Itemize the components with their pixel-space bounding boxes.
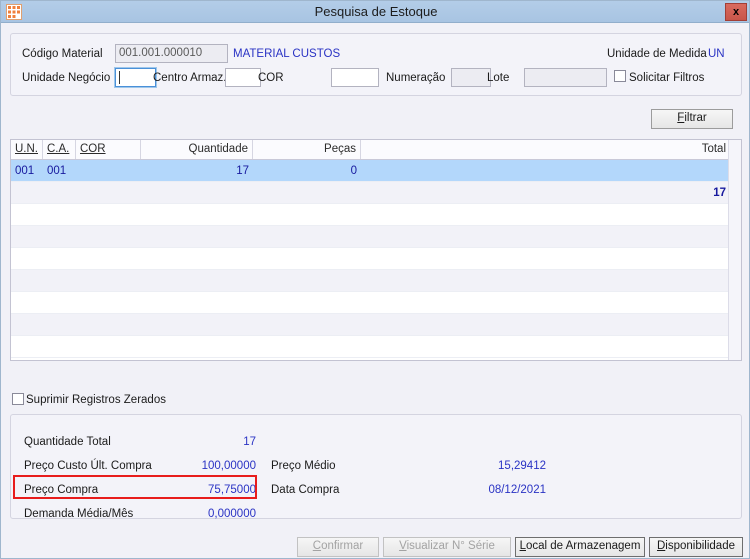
table-row[interactable]	[11, 314, 741, 336]
grid-col-pecas[interactable]: Peças	[253, 140, 361, 159]
cell-quantidade: 17	[236, 165, 249, 177]
summary-panel: Quantidade Total 17 Preço Custo Últ. Com…	[10, 414, 742, 520]
solicitar-filtros-checkbox[interactable]	[614, 70, 626, 82]
filter-panel: Código Material 001.001.000010 MATERIAL …	[10, 33, 742, 96]
grid-col-cor[interactable]: COR	[76, 140, 141, 159]
cell-pecas	[253, 182, 361, 204]
quantidade-total-label: Quantidade Total	[24, 436, 111, 448]
data-compra-value: 08/12/2021	[488, 484, 546, 496]
stock-query-window: Pesquisa de Estoque x Código Material 00…	[0, 0, 750, 559]
preco-custo-ult-compra-value: 100,00000	[201, 460, 256, 472]
cell-total: 17	[713, 187, 726, 199]
grid-col-ca[interactable]: C.A.	[43, 140, 76, 159]
preco-compra-value: 75,75000	[208, 484, 256, 496]
visualizar-n-serie-label: Visualizar N° Série	[399, 540, 495, 553]
grid-col-un[interactable]: U.N.	[11, 140, 43, 159]
numeracao-input[interactable]	[451, 68, 491, 87]
cell-cor	[76, 182, 141, 204]
table-row[interactable]: 001 001 17 0	[11, 160, 741, 182]
suprimir-registros-label: Suprimir Registros Zerados	[26, 394, 166, 406]
local-de-armazenagem-button[interactable]: Local de Armazenagem	[515, 537, 645, 557]
preco-medio-value: 15,29412	[498, 460, 546, 472]
solicitar-filtros-label: Solicitar Filtros	[629, 72, 705, 84]
close-icon[interactable]: x	[725, 3, 747, 21]
centro-armaz-label: Centro Armaz.	[153, 72, 227, 84]
local-de-armazenagem-label: Local de Armazenagem	[519, 540, 641, 553]
unidade-medida-value: UN	[708, 48, 725, 60]
disponibilidade-button[interactable]: Disponibilidade	[649, 537, 743, 557]
preco-compra-label: Preço Compra	[24, 484, 99, 496]
unidade-negocio-label: Unidade Negócio	[22, 72, 111, 84]
table-row[interactable]	[11, 336, 741, 358]
numeracao-label: Numeração	[386, 72, 446, 84]
demanda-media-mes-value: 0,000000	[208, 508, 256, 520]
stock-results-grid[interactable]: U.N. C.A. COR Quantidade Peças Total 001…	[10, 139, 742, 361]
text-caret	[119, 71, 120, 84]
confirmar-label: Confirmar	[312, 540, 364, 553]
codigo-material-field[interactable]: 001.001.000010	[115, 44, 228, 63]
unidade-negocio-input[interactable]	[114, 67, 157, 88]
cell-un: 001	[15, 165, 35, 177]
table-row[interactable]	[11, 248, 741, 270]
cell-ca: 001	[47, 165, 67, 177]
grid-col-total[interactable]: Total	[361, 140, 730, 159]
cell-pecas: 0	[350, 165, 357, 177]
filtrar-button[interactable]: Filtrar	[651, 109, 733, 129]
disponibilidade-label: Disponibilidade	[656, 540, 735, 553]
cell-ca	[43, 182, 76, 204]
table-row[interactable]	[11, 292, 741, 314]
table-row[interactable]: 17	[11, 182, 741, 204]
cell-un	[11, 182, 43, 204]
centro-armaz-input[interactable]	[225, 68, 261, 87]
table-row[interactable]	[11, 270, 741, 292]
window-title: Pesquisa de Estoque	[314, 4, 438, 19]
suprimir-registros-checkbox[interactable]	[12, 393, 24, 405]
table-row[interactable]	[11, 226, 741, 248]
title-bar: Pesquisa de Estoque x	[1, 1, 749, 23]
preco-custo-ult-compra-label: Preço Custo Últ. Compra	[24, 460, 152, 472]
demanda-media-mes-label: Demanda Média/Mês	[24, 508, 134, 520]
grid-vertical-scrollbar[interactable]	[728, 140, 741, 360]
unidade-medida-label: Unidade de Medida	[607, 48, 707, 60]
preco-medio-label: Preço Médio	[271, 460, 336, 472]
quantidade-total-value: 17	[243, 436, 256, 448]
cor-label: COR	[258, 72, 284, 84]
codigo-material-label: Código Material	[22, 48, 103, 60]
material-description: MATERIAL CUSTOS	[233, 48, 341, 60]
cell-total	[361, 160, 730, 182]
cell-quantidade	[141, 182, 253, 204]
table-row[interactable]	[11, 204, 741, 226]
grid-header-row: U.N. C.A. COR Quantidade Peças Total	[11, 140, 741, 160]
grid-col-quantidade[interactable]: Quantidade	[141, 140, 253, 159]
action-button-bar: Confirmar Visualizar N° Série Local de A…	[1, 534, 749, 558]
cell-cor	[76, 160, 141, 182]
filtrar-label: Filtrar	[677, 112, 707, 125]
visualizar-n-serie-button[interactable]: Visualizar N° Série	[383, 537, 511, 557]
confirmar-button[interactable]: Confirmar	[297, 537, 379, 557]
cor-input[interactable]	[331, 68, 379, 87]
data-compra-label: Data Compra	[271, 484, 340, 496]
lote-label: Lote	[487, 72, 510, 84]
lote-input[interactable]	[524, 68, 607, 87]
